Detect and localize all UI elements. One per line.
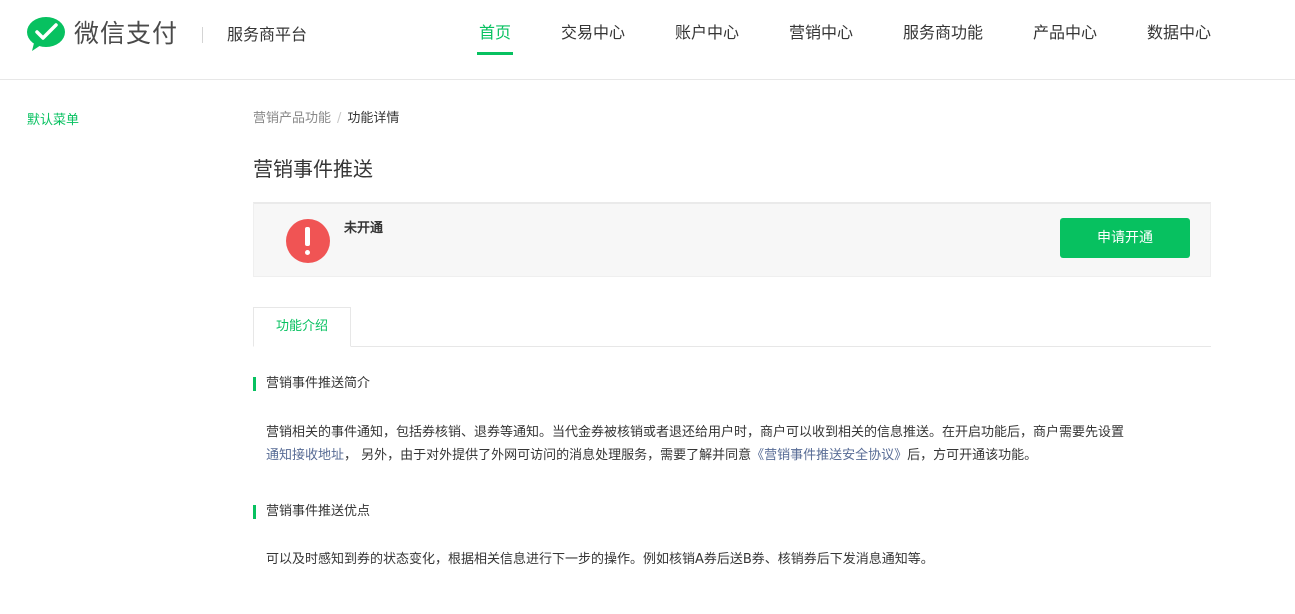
intro-text-part1: 营销相关的事件通知，包括券核销、退券等通知。当代金券被核销或者退还给用户时，商户… (266, 425, 1125, 440)
intro-text-part3: 后，方可开通该功能。 (907, 448, 1038, 463)
nav-active-underline (477, 52, 513, 55)
nav-item-provider-functions[interactable]: 服务商功能 (903, 22, 983, 44)
nav-item-data[interactable]: 数据中心 (1147, 22, 1211, 44)
logo-divider (202, 27, 203, 43)
section-intro-text: 营销相关的事件通知，包括券核销、退券等通知。当代金券被核销或者退还给用户时，商户… (266, 421, 1211, 467)
exclamation-icon (286, 219, 330, 263)
breadcrumb: 营销产品功能 / 功能详情 (253, 110, 399, 128)
sidebar-item-default-menu[interactable]: 默认菜单 (27, 112, 79, 130)
status-panel: 未开通 申请开通 (253, 202, 1211, 277)
section-title-intro: 营销事件推送简介 (253, 375, 370, 393)
breadcrumb-current: 功能详情 (347, 111, 400, 126)
sidebar: 默认菜单 (0, 81, 213, 614)
nav-item-marketing[interactable]: 营销中心 (789, 22, 853, 44)
breadcrumb-separator: / (337, 111, 342, 126)
nav-item-account[interactable]: 账户中心 (675, 22, 739, 44)
notify-address-link[interactable]: 通知接收地址 (266, 448, 344, 463)
status-text: 未开通 (344, 221, 384, 236)
wechat-pay-logo-icon (27, 17, 65, 51)
tab-bar: 功能介绍 (253, 307, 1211, 347)
nav-item-home[interactable]: 首页 (479, 22, 511, 44)
main-content (213, 81, 1295, 614)
logo-text: 微信支付 (74, 19, 179, 48)
nav-item-products[interactable]: 产品中心 (1033, 22, 1097, 44)
wechat-pay-logo[interactable]: 微信支付 (26, 16, 178, 52)
security-agreement-link[interactable]: 《营销事件推送安全协议》 (751, 448, 907, 463)
top-header: 微信支付 服务商平台 首页 交易中心 账户中心 营销中心 服务商功能 产品中心 … (0, 0, 1295, 80)
nav-item-trade[interactable]: 交易中心 (561, 22, 625, 44)
apply-activate-button[interactable]: 申请开通 (1060, 218, 1190, 258)
page-title: 营销事件推送 (253, 157, 373, 181)
tab-feature-intro[interactable]: 功能介绍 (253, 307, 351, 347)
platform-name: 服务商平台 (227, 25, 308, 44)
breadcrumb-parent-link[interactable]: 营销产品功能 (253, 110, 331, 128)
intro-text-part2: ， 另外，由于对外提供了外网可访问的消息处理服务，需要了解并同意 (344, 448, 752, 463)
section-title-advantages: 营销事件推送优点 (253, 503, 370, 521)
section-advantages-text: 可以及时感知到券的状态变化，根据相关信息进行下一步的操作。例如核销A券后送B券、… (266, 552, 934, 567)
